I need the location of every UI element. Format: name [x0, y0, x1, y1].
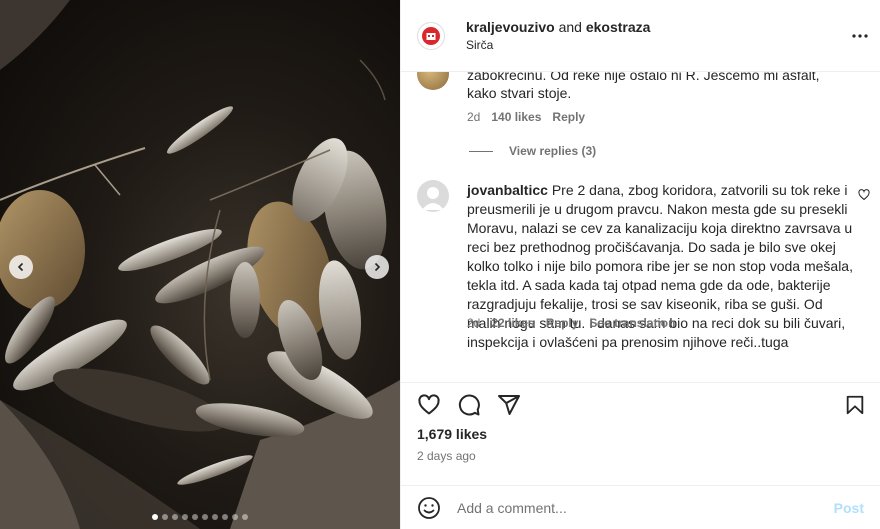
view-replies-button[interactable]: View replies (3) [469, 144, 596, 158]
comment-button[interactable] [457, 393, 481, 417]
collab-connector: and [558, 19, 582, 35]
carousel-dot [232, 514, 238, 520]
comment-bubble-icon [458, 393, 480, 415]
carousel-dot [242, 514, 248, 520]
heart-icon [418, 393, 440, 414]
carousel-dot [172, 514, 178, 520]
bookmark-icon [846, 395, 864, 415]
comment-text: zabokrecinu. Od reke nije ostalo ni R. J… [467, 72, 820, 101]
carousel-dot [152, 514, 158, 520]
brand-logo-icon [422, 26, 440, 45]
carousel-dots [0, 514, 400, 520]
heart-outline-icon [858, 189, 870, 201]
carousel-dot [192, 514, 198, 520]
comment-meta: 2d 22 likes Reply See translation [467, 316, 675, 330]
paper-plane-icon [498, 394, 520, 415]
comment-likes[interactable]: 22 likes [491, 316, 534, 330]
more-dots-icon [852, 34, 868, 38]
collab-username[interactable]: ekostraza [586, 19, 651, 35]
comment-meta: 2d 140 likes Reply [467, 110, 585, 124]
comment-like-button[interactable] [858, 188, 870, 206]
carousel-dot [222, 514, 228, 520]
comment-composer: Post [401, 485, 880, 529]
like-button[interactable] [417, 393, 441, 417]
author-avatar[interactable] [417, 21, 445, 50]
comment-age: 2d [467, 316, 481, 330]
post-photo [0, 0, 400, 529]
commenter-avatar[interactable] [417, 72, 449, 90]
view-replies-label: View replies (3) [509, 144, 597, 158]
author-username[interactable]: kraljevouzivo [466, 19, 555, 35]
carousel-next-button[interactable] [365, 255, 389, 279]
carousel-dot [162, 514, 168, 520]
comment-username[interactable]: jovanbalticc [467, 182, 548, 198]
post-comment-button[interactable]: Post [834, 500, 864, 516]
post-timestamp[interactable]: 2 days ago [401, 449, 880, 465]
emoji-smiley-icon [418, 496, 440, 519]
carousel-dot [212, 514, 218, 520]
comment-likes[interactable]: 140 likes [491, 110, 541, 124]
see-translation-button[interactable]: See translation [589, 316, 675, 330]
carousel-prev-button[interactable] [9, 255, 33, 279]
comment-input[interactable] [457, 499, 807, 516]
replies-divider [469, 150, 493, 152]
more-options-button[interactable] [848, 24, 872, 48]
comments-list[interactable]: zabokrecinu. Od reke nije ostalo ni R. J… [401, 72, 880, 382]
chevron-left-icon [17, 262, 24, 272]
carousel-dot [182, 514, 188, 520]
carousel-dot [202, 514, 208, 520]
post-actions [401, 382, 880, 426]
chevron-right-icon [374, 262, 381, 272]
reply-button[interactable]: Reply [552, 110, 585, 124]
default-avatar-icon [422, 187, 444, 210]
reply-button[interactable]: Reply [546, 316, 579, 330]
dead-fish-image [0, 0, 400, 529]
commenter-avatar-default[interactable] [417, 180, 449, 212]
emoji-button[interactable] [417, 496, 441, 520]
location-link[interactable]: Sirča [466, 38, 650, 52]
save-button[interactable] [844, 394, 866, 421]
share-button[interactable] [497, 393, 521, 417]
post-header: kraljevouzivo and ekostraza Sirča [401, 0, 880, 72]
post-likes-count[interactable]: 1,679 likes [401, 426, 880, 445]
post-panel: kraljevouzivo and ekostraza Sirča zabokr… [400, 0, 880, 529]
comment-age: 2d [467, 110, 481, 124]
